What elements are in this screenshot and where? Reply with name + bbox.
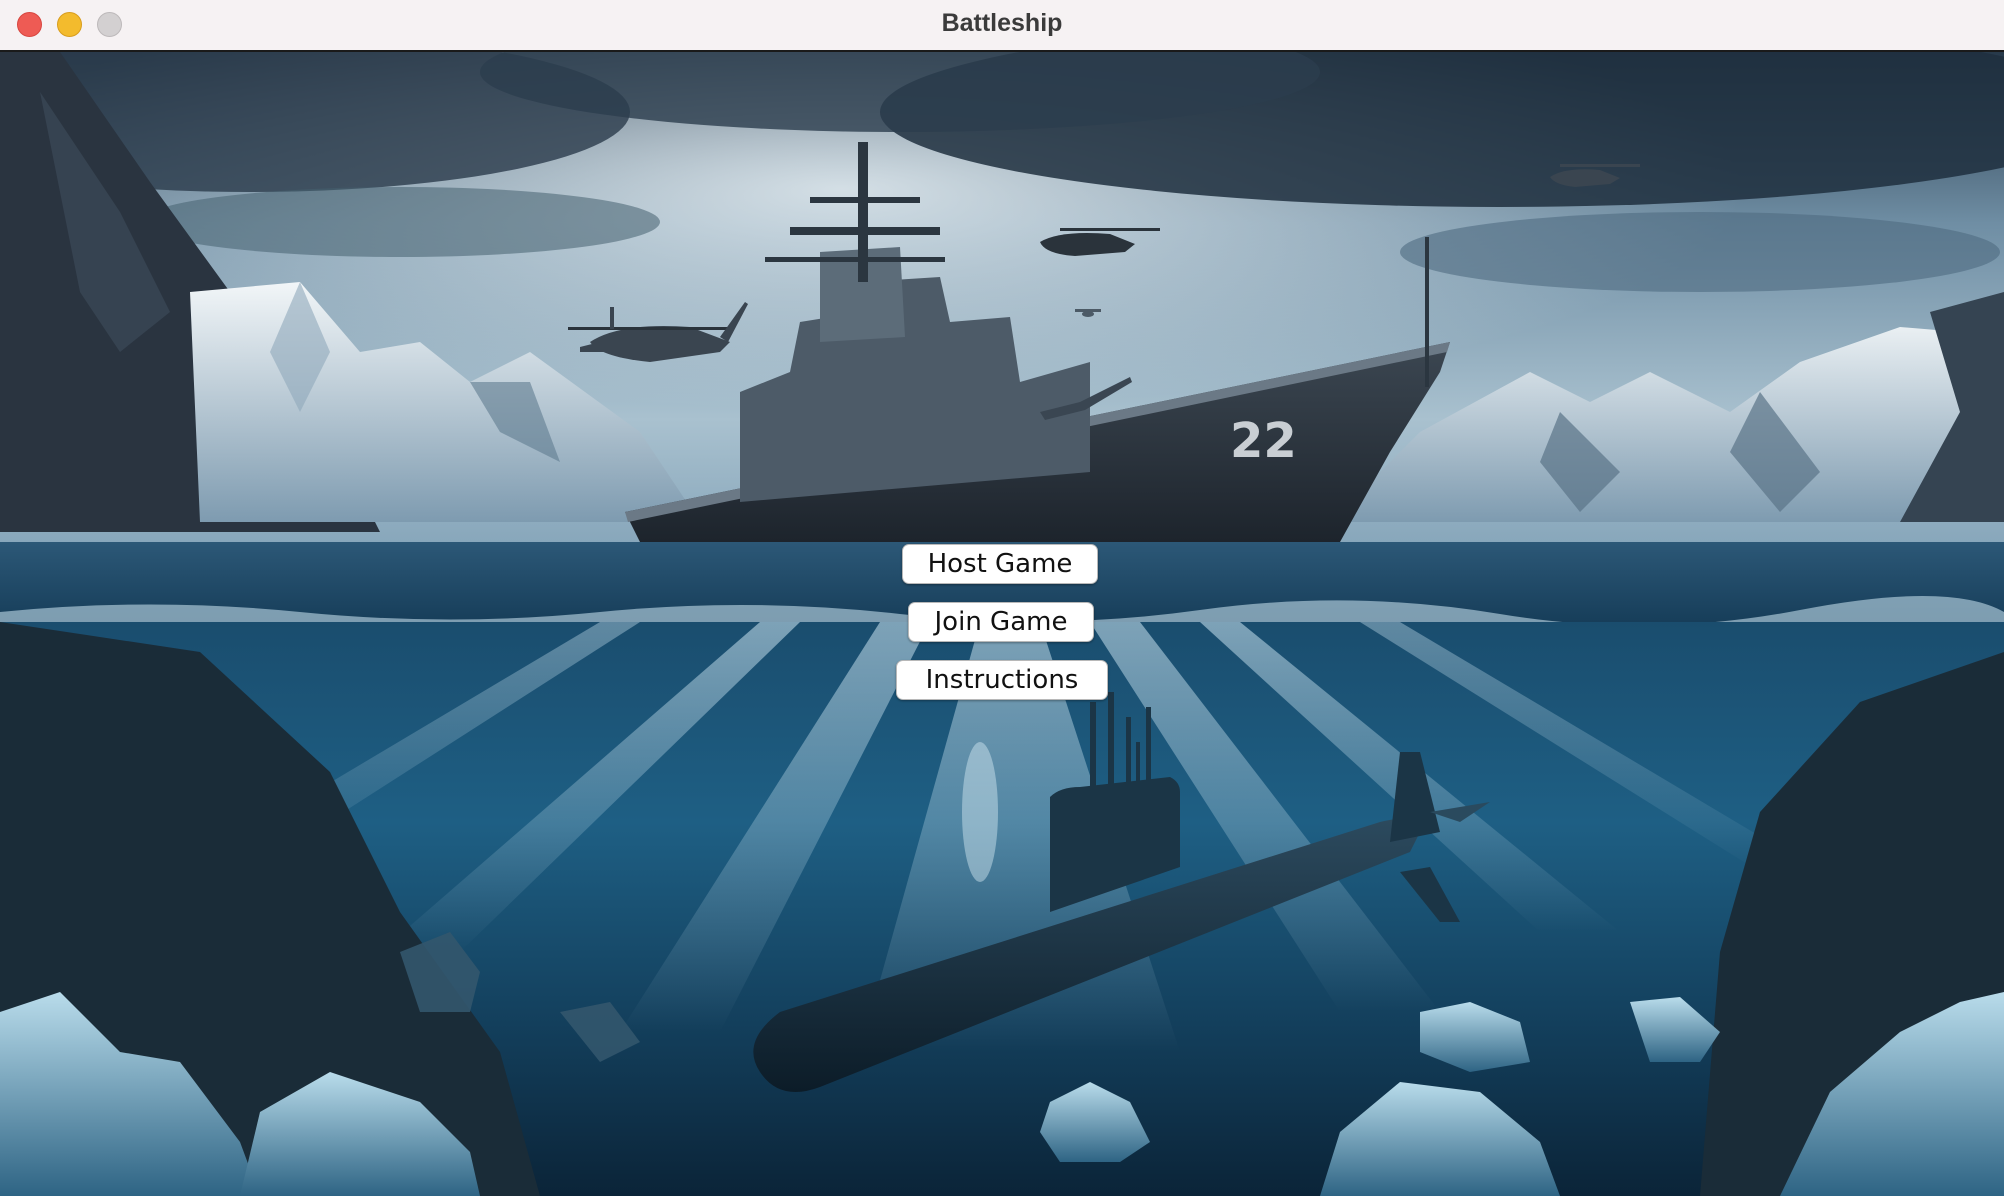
title-bar: Battleship — [0, 0, 2004, 52]
instructions-button[interactable]: Instructions — [896, 660, 1108, 700]
app-window: Battleship 22 Host Game Join Game Instru… — [0, 0, 2004, 1196]
hull-number: 22 — [1230, 413, 1297, 469]
window-title: Battleship — [941, 9, 1063, 37]
join-game-button[interactable]: Join Game — [908, 602, 1094, 642]
host-game-button[interactable]: Host Game — [902, 544, 1098, 584]
